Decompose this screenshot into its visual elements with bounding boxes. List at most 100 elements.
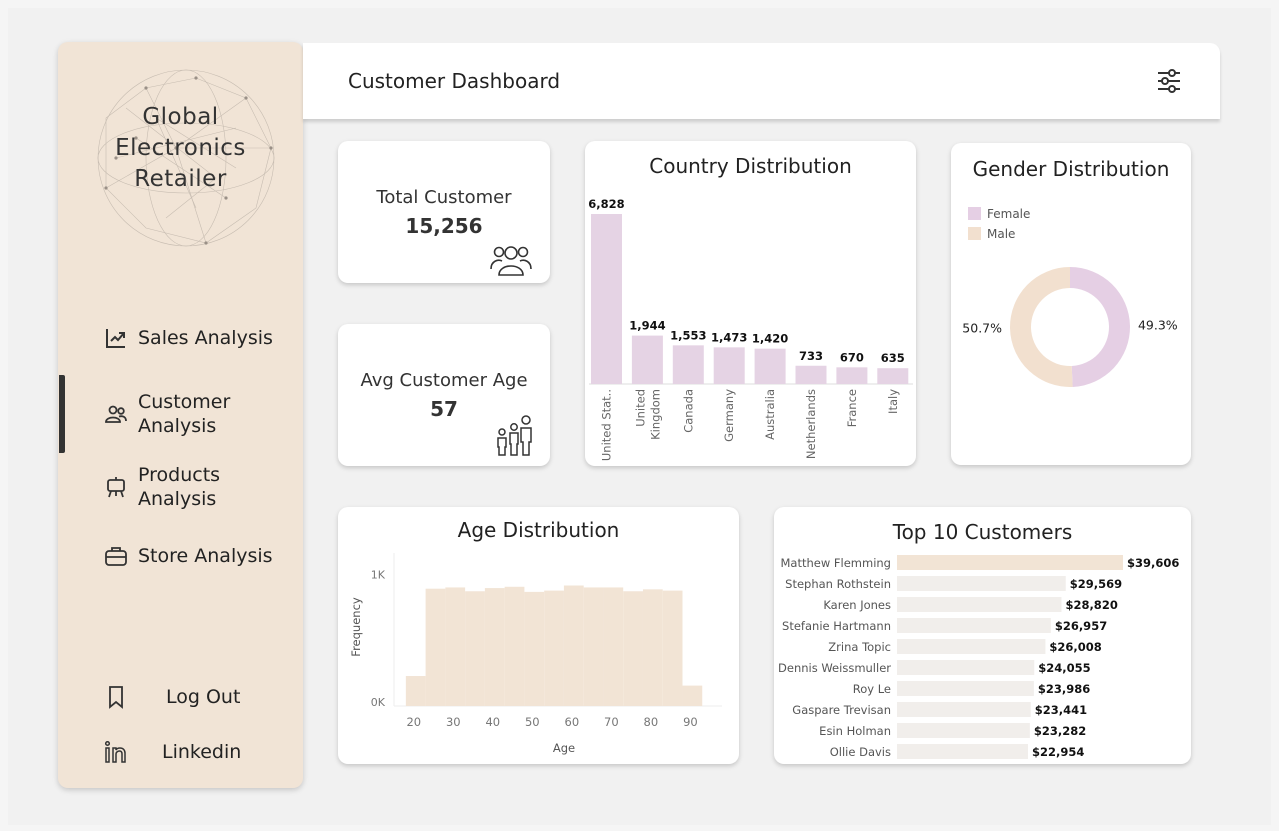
filter-sliders-icon[interactable] [1155,67,1183,95]
customer-name-label: Stefanie Hartmann [782,619,891,633]
bookmark-icon [109,686,123,709]
group-users-icon [490,246,532,276]
histogram-bar [623,591,643,706]
x-tick-label: 60 [565,715,580,729]
nav-store-analysis[interactable]: Store Analysis [104,544,273,568]
users-icon [105,405,127,423]
customer-value-label: $23,441 [1035,703,1087,717]
nav-customer-analysis[interactable]: Customer Analysis [104,390,230,438]
top-customers-bar-chart: Matthew Flemming $39,606 Stephan Rothstein… [778,555,1179,759]
logout-label: Log Out [166,686,241,708]
histogram-bar [405,676,426,706]
y-tick-label: 0K [371,696,386,709]
country-bar [631,335,663,384]
customer-name-label: Stephan Rothstein [785,577,891,591]
customer-value-label: $39,606 [1127,556,1179,570]
customer-bar [897,744,1028,759]
page-title: Customer Dashboard [348,69,561,93]
logout-button[interactable]: Log Out [104,685,240,709]
country-distribution-card: Country Distribution 6,828 United Stat.. 1… [585,141,916,466]
country-bar [713,347,745,384]
age-distribution-card: Age Distribution 0K 1K 20 30 40 50 60 70 80 90 Age… [338,507,739,764]
country-tick-label: United Stat.. [600,389,614,461]
bar-value-label: 6,828 [588,197,624,211]
avg-age-card: Avg Customer Age 57 [338,324,550,466]
x-tick-label: 50 [525,715,540,729]
customer-name-label: Matthew Flemming [781,556,892,570]
total-customer-card: Total Customer 15,256 [338,141,550,283]
customer-bar [897,618,1051,633]
nav-label: Products [138,464,221,486]
nav-label: Store Analysis [138,545,273,567]
nav-sales-analysis[interactable]: Sales Analysis [104,326,273,350]
histogram-bar [465,591,485,706]
trend-chart-icon [106,329,125,348]
country-tick-label: Australia [763,389,777,440]
legend-swatch [968,207,981,220]
nav-label: Analysis [138,488,217,510]
linkedin-link[interactable]: Linkedin [104,740,241,764]
country-tick-label: Italy [886,389,900,414]
country-bar [795,365,827,384]
donut-slice [1009,267,1073,387]
age-histogram: 0K 1K 20 30 40 50 60 70 80 90 Age Frequency [349,553,722,755]
histogram-bar [504,586,525,706]
bar-value-label: 635 [881,351,905,365]
histogram-bar [662,590,683,706]
country-bar [754,348,786,384]
donut-value-label: 50.7% [962,320,1002,335]
nav-label: Sales Analysis [138,327,273,349]
histogram-bar [603,587,624,706]
customer-name-label: Ollie Davis [830,745,891,759]
kpi-label: Avg Customer Age [360,370,528,391]
country-tick-label: Canada [681,389,695,433]
brand-line: Retailer [134,166,227,192]
briefcase-icon [105,547,127,566]
header-bar: Customer Dashboard [303,43,1220,119]
y-tick-label: 1K [371,569,386,582]
customer-bar [897,723,1030,738]
x-tick-label: 20 [406,715,421,729]
y-axis-title: Frequency [349,597,363,657]
bar-value-label: 1,944 [629,319,665,333]
bar-value-label: 670 [840,350,864,364]
customer-bar [897,702,1031,717]
x-tick-label: 80 [644,715,659,729]
customer-name-label: Esin Holman [819,724,891,738]
customer-value-label: $24,055 [1038,661,1090,675]
brand-line: Global [142,104,219,130]
customer-bar [897,681,1034,696]
country-tick-label: Netherlands [804,389,818,459]
customer-value-label: $28,820 [1065,598,1117,612]
family-icon [497,415,532,456]
nav-label: Customer [138,391,231,413]
customer-bar [897,660,1035,675]
customer-bar [897,639,1046,654]
nav-products-analysis[interactable]: Products Analysis [104,463,220,511]
brand-line: Electronics [115,135,246,161]
customer-name-label: Dennis Weissmuller [778,661,891,675]
bar-value-label: 1,473 [711,330,747,344]
histogram-bar [524,591,545,706]
customer-value-label: $26,008 [1049,640,1101,654]
histogram-bar [682,685,703,706]
legend-label: Male [987,227,1015,241]
histogram-bar [563,585,584,706]
bar-value-label: 1,420 [752,332,788,346]
bar-value-label: 1,553 [670,328,706,342]
customer-value-label: $22,954 [1032,745,1084,759]
easel-icon [107,477,125,498]
country-tick-label: United [633,389,647,427]
legend-swatch [968,227,981,240]
country-bar [836,367,868,384]
linkedin-icon [104,740,126,763]
customer-bar [897,576,1066,591]
histogram-bar [445,587,466,706]
sidebar: Global Electronics Retailer Sales Analys… [58,42,303,788]
country-tick-label: Kingdom [648,389,662,440]
brand-title: Global Electronics Retailer [58,102,303,195]
kpi-value: 15,256 [405,214,483,238]
nav-label: Analysis [138,415,217,437]
histogram-bar [583,587,604,706]
active-nav-indicator [59,375,65,453]
